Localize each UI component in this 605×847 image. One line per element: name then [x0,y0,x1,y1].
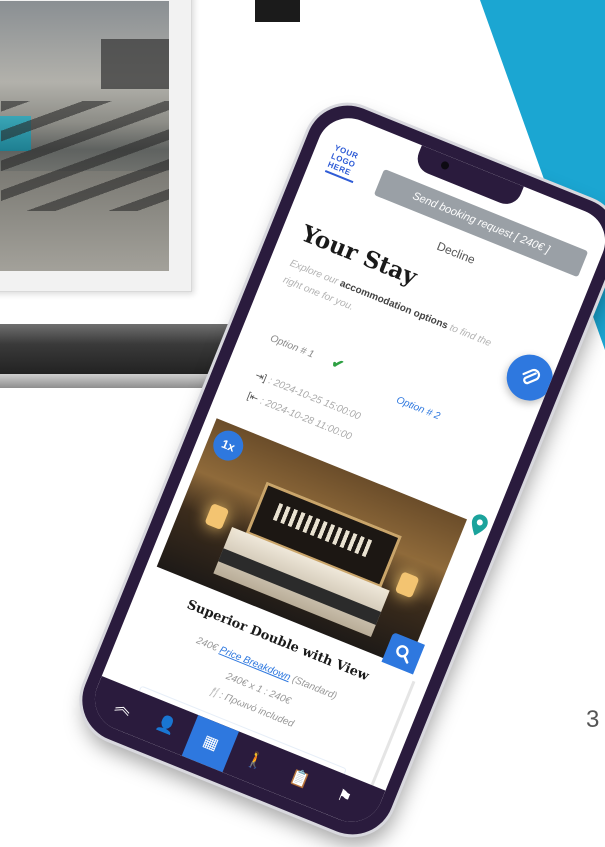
resort-pool-photo [0,1,169,271]
paperclip-icon [522,368,541,385]
checkin-icon: ⇥] [253,370,269,385]
search-icon [396,645,409,664]
room-price: 240€ [194,635,220,654]
option-1-tab[interactable]: Option # 1 [269,333,316,360]
page-number: 3 [586,706,600,733]
rate-name: (Standard) [290,674,339,703]
subtitle-text: to find the right one for you. [281,274,493,350]
room-photo[interactable] [156,418,468,668]
check-icon: ✔ [329,354,347,374]
option-2-tab[interactable]: Option # 2 [395,395,442,422]
checkout-icon: [⇤ [245,390,260,405]
laptop-corner [255,0,300,22]
meal-icon: 🍴 [206,685,222,701]
map-pin-icon[interactable] [467,512,490,538]
resort-photo-frame [0,0,192,292]
logo: YOUR LOGO HERE [324,143,374,187]
subtitle-emphasis: accommodation options [338,278,450,332]
